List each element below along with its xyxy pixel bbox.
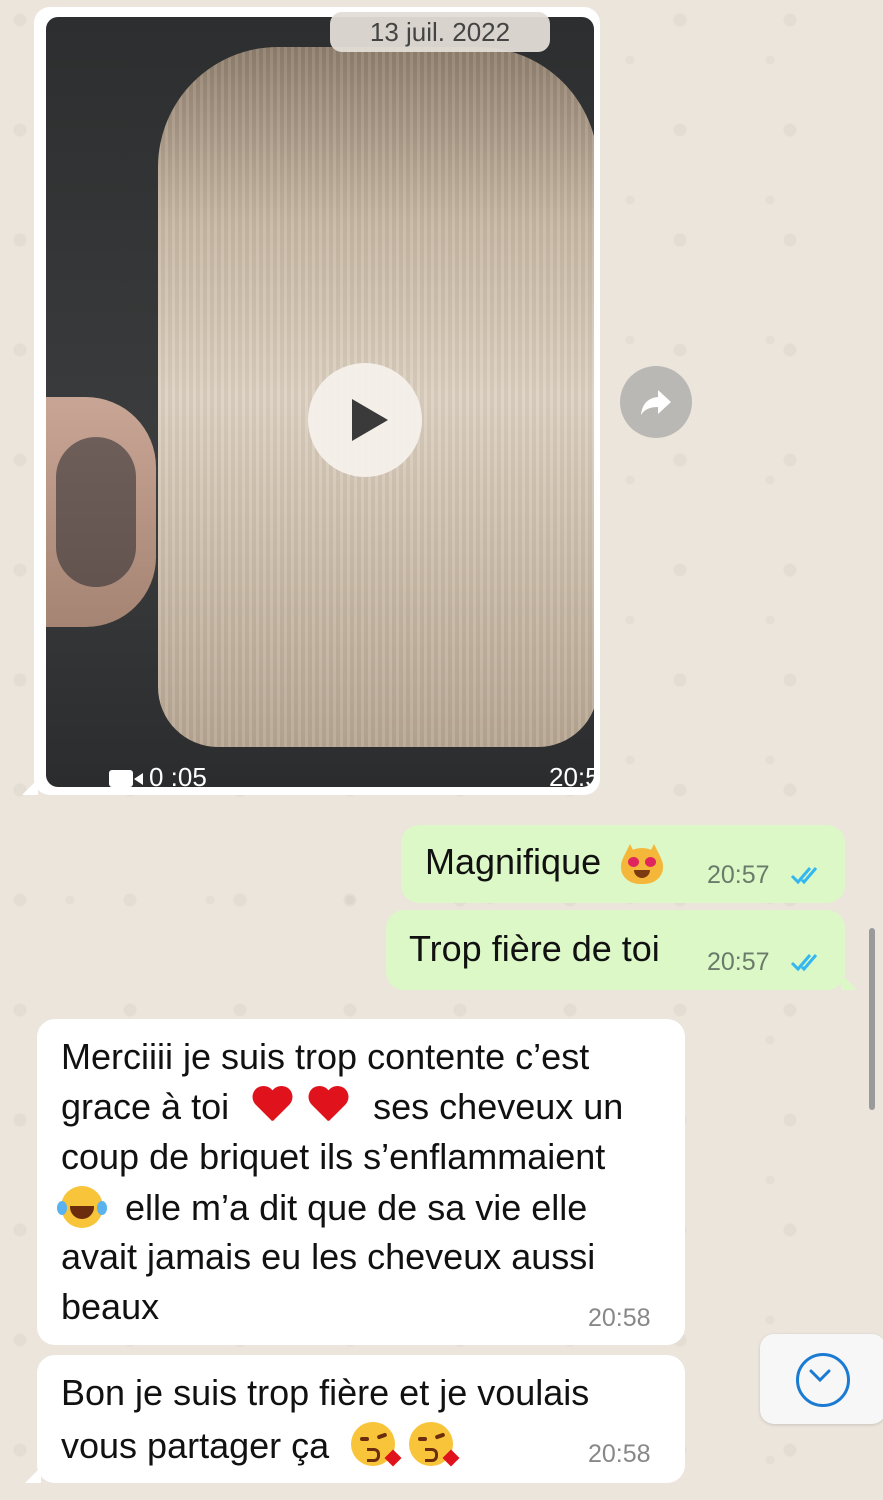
message-line: Bon je suis trop fière et je voulais	[61, 1372, 590, 1413]
message-line-text: vous partager ça	[61, 1425, 330, 1466]
message-line-with-hearts: grace à toi ses cheveux un	[61, 1086, 623, 1128]
video-duration: 0 :05	[109, 762, 207, 787]
message-line-with-emoji: elle m’a dit que de sa vie elle	[57, 1186, 588, 1229]
thumbnail-tattoo	[56, 437, 136, 587]
play-button[interactable]	[308, 363, 422, 477]
outgoing-message[interactable]: Trop fière de toi 20:57	[386, 910, 857, 990]
play-icon	[352, 399, 388, 441]
double-check-icon	[790, 867, 818, 885]
bubble-tail	[25, 1467, 41, 1483]
message-line: beaux	[61, 1286, 160, 1327]
video-duration-text: 0 :05	[149, 762, 207, 787]
forward-icon	[641, 390, 671, 415]
message-line: avait jamais eu les cheveux aussi	[61, 1236, 596, 1277]
chevron-down-icon	[809, 1369, 831, 1383]
message-time: 20:58	[588, 1304, 651, 1332]
scroll-to-bottom-button[interactable]	[760, 1334, 883, 1424]
bubble-tail	[841, 974, 857, 990]
video-thumbnail[interactable]: 0 :05 20:57	[46, 17, 594, 787]
kissing-heart-emoji	[351, 1422, 402, 1467]
double-check-icon	[790, 954, 818, 972]
outgoing-message[interactable]: Magnifique 20:57	[401, 825, 845, 903]
message-text: Magnifique	[425, 841, 602, 882]
message-time: 20:58	[588, 1440, 651, 1468]
message-time: 20:57	[707, 861, 770, 889]
message-text: Trop fière de toi	[409, 928, 660, 969]
message-line: Merciiii je suis trop contente c’est	[61, 1036, 590, 1077]
video-camera-icon	[109, 768, 145, 788]
heart-eyes-cat-emoji	[621, 844, 664, 885]
incoming-message[interactable]: Merciiii je suis trop contente c’est gra…	[37, 1019, 685, 1345]
red-heart-emoji	[309, 1087, 349, 1125]
tears-of-joy-emoji	[57, 1186, 107, 1228]
video-timestamp: 20:57	[549, 762, 594, 787]
message-line-text: ses cheveux un	[373, 1086, 624, 1127]
kissing-heart-emoji	[409, 1422, 460, 1467]
video-message-bubble[interactable]: 0 :05 20:57	[22, 7, 600, 795]
forward-button[interactable]	[620, 366, 692, 438]
date-separator: 13 juil. 2022	[330, 12, 550, 52]
bubble-tail	[22, 779, 38, 795]
scrollbar[interactable]	[869, 928, 875, 1110]
message-line-text: elle m’a dit que de sa vie elle	[125, 1187, 588, 1228]
message-time: 20:57	[707, 948, 770, 976]
incoming-message[interactable]: Bon je suis trop fière et je voulais vou…	[25, 1355, 685, 1483]
message-line-with-emoji: vous partager ça	[61, 1422, 460, 1467]
message-line-text: grace à toi	[61, 1086, 230, 1127]
red-heart-emoji	[253, 1087, 293, 1125]
message-line: coup de briquet ils s’enflammaient	[61, 1136, 606, 1177]
